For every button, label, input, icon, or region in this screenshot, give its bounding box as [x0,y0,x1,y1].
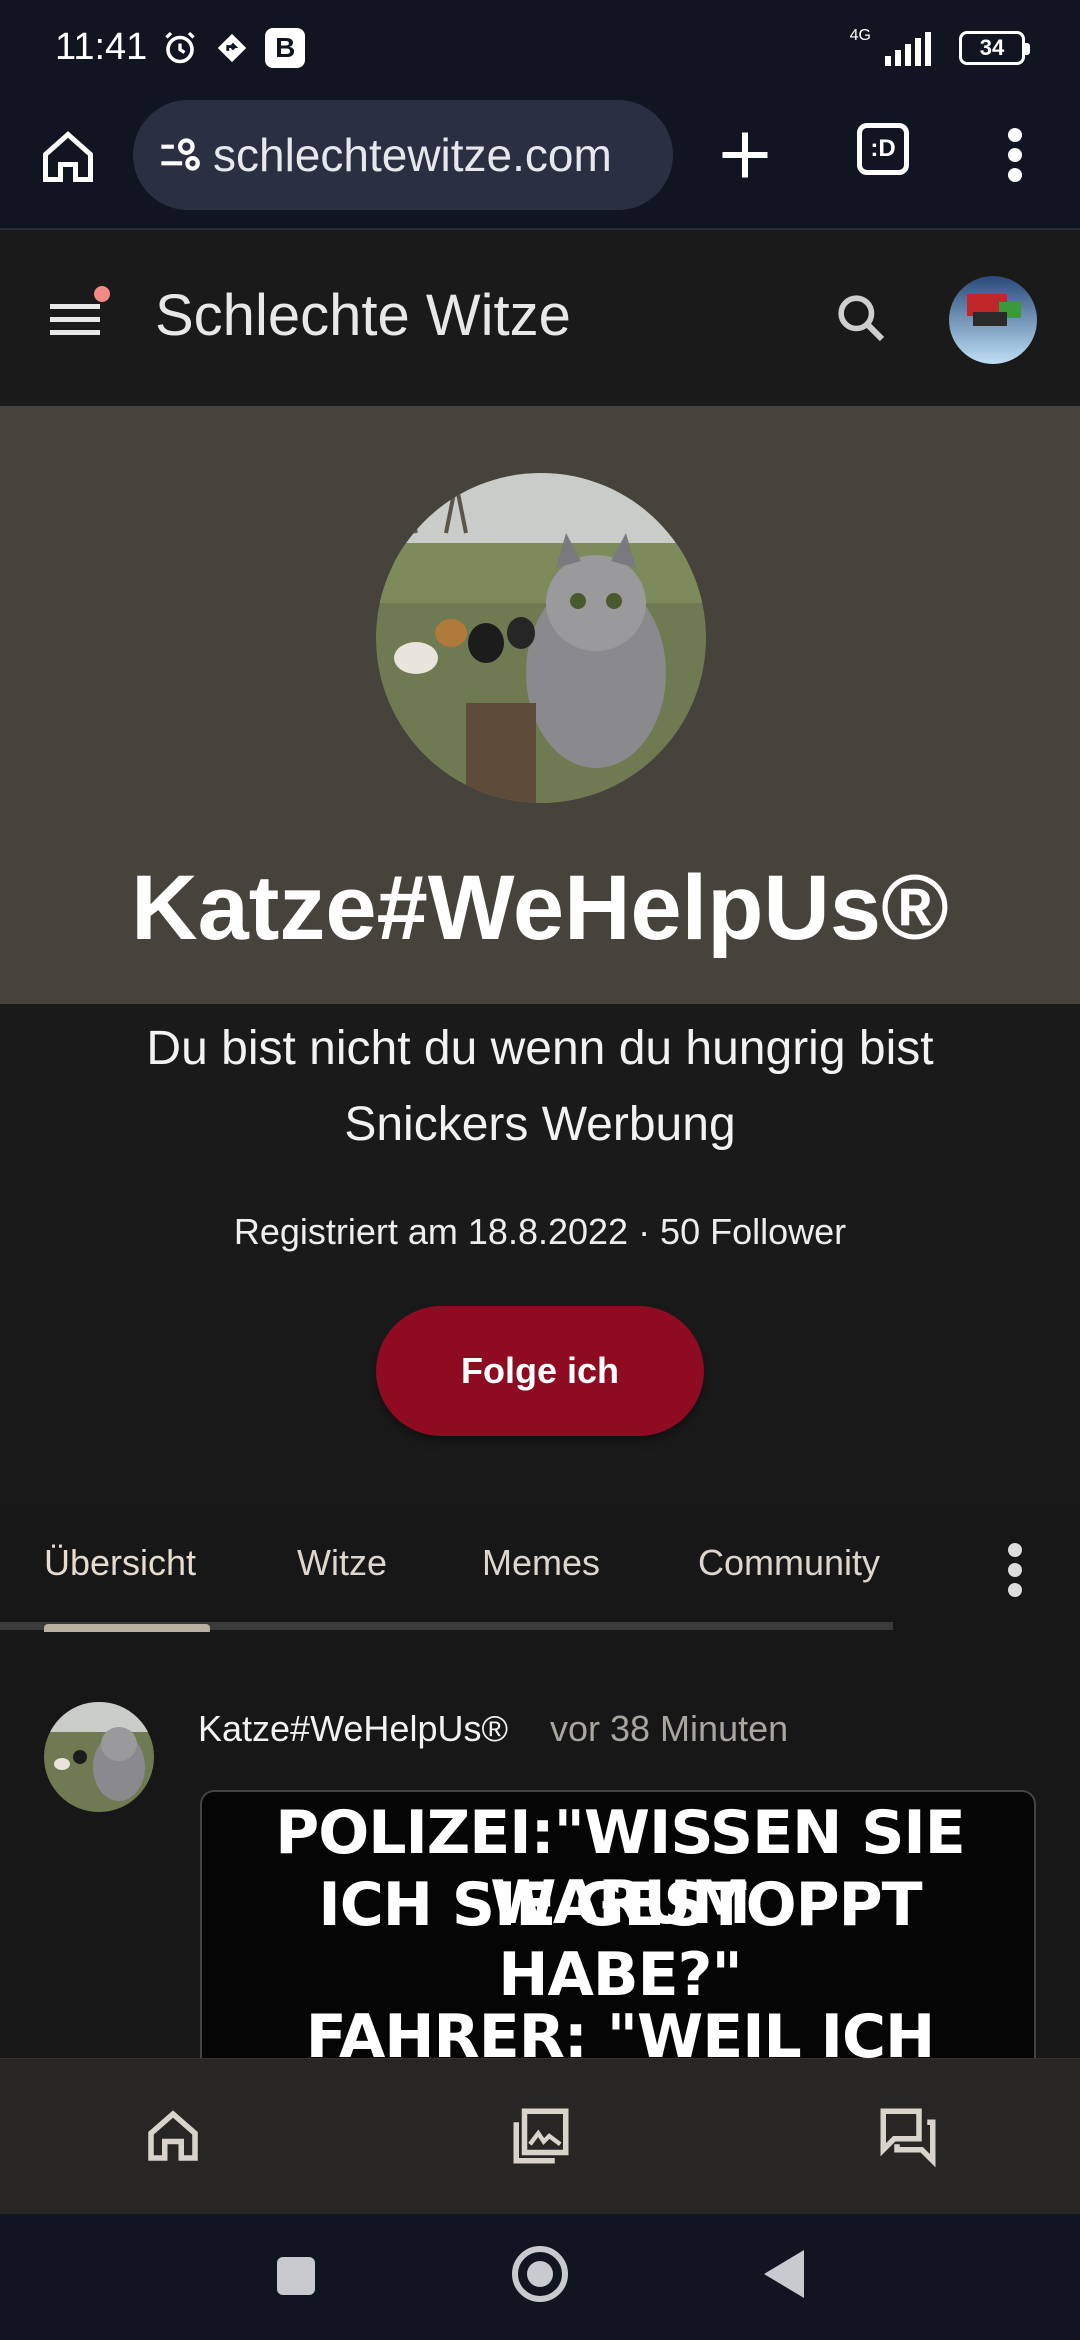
post-image[interactable]: POLIZEI:"WISSEN SIE WARUM ICH SIE GESTOP… [200,1790,1036,2058]
profile-avatar [376,473,706,803]
gallery-nav-icon[interactable] [508,2103,574,2169]
user-avatar[interactable] [949,276,1037,364]
system-home-button[interactable] [512,2246,568,2302]
tab-witze[interactable]: Witze [297,1542,387,1584]
nav-diamond-icon [213,29,251,67]
tab-overview[interactable]: Übersicht [44,1542,196,1584]
follow-button[interactable]: Folge ich [376,1306,704,1436]
battery-icon: 34 [959,30,1030,65]
profile-meta: Registriert am 18.8.2022 · 50 Follower [233,1211,847,1252]
profile-bio-line2: Snickers Werbung [344,1098,736,1151]
address-bar[interactable]: schlechtewitze.com [133,100,673,210]
profile-name: Katze#WeHelpUs® [131,857,949,959]
network-type: 4G [849,26,871,44]
profile-tabs: Übersicht Witze Memes Community [0,1504,1080,1636]
b-app-letter: B [275,31,296,63]
post-author[interactable]: Katze#WeHelpUs® [198,1708,508,1750]
tab-community[interactable]: Community [698,1542,880,1584]
app-bottom-nav [0,2058,1080,2214]
browser-menu-icon[interactable] [1000,125,1030,185]
home-nav-icon[interactable] [140,2103,206,2169]
status-bar: 11:41 B 4G 34 [0,0,1080,95]
status-time: 11:41 [55,26,148,68]
tab-memes[interactable]: Memes [482,1542,600,1584]
notification-dot [94,286,110,302]
recents-button[interactable] [277,2257,315,2295]
site-header: Schlechte Witze [0,232,1080,406]
site-title[interactable]: Schlechte Witze [155,282,571,349]
tab-switcher-button[interactable]: :D [857,123,909,175]
signal-icon [885,31,931,66]
menu-icon[interactable] [50,298,104,340]
forum-nav-icon[interactable] [875,2103,941,2169]
site-settings-icon[interactable] [153,130,203,180]
back-button[interactable] [764,2250,804,2298]
post-time: vor 38 Minuten [550,1708,789,1749]
tabs-more-icon[interactable] [1000,1540,1030,1600]
alarm-icon [161,29,199,67]
url-text[interactable]: schlechtewitze.com [213,128,612,182]
browser-toolbar: schlechtewitze.com :D [0,95,1080,230]
profile-bio-line1: Du bist nicht du wenn du hungrig bist [146,1022,934,1075]
battery-level: 34 [979,34,1005,60]
b-app-icon: B [265,27,306,68]
new-tab-icon[interactable] [715,125,775,185]
search-icon[interactable] [833,290,889,346]
home-icon[interactable] [38,127,98,187]
meme-text-line3: FAHRER: "WEIL ICH [305,2002,935,2058]
tab-switcher-label: :D [870,135,896,162]
profile-bio: Du bist nicht du wenn du hungrig bist Sn… [60,1011,1020,1163]
tab-active-indicator [44,1624,210,1632]
meme-text-line2: ICH SIE GESTOPPT HABE?" [318,1870,922,2010]
post-author-avatar[interactable] [44,1702,154,1812]
